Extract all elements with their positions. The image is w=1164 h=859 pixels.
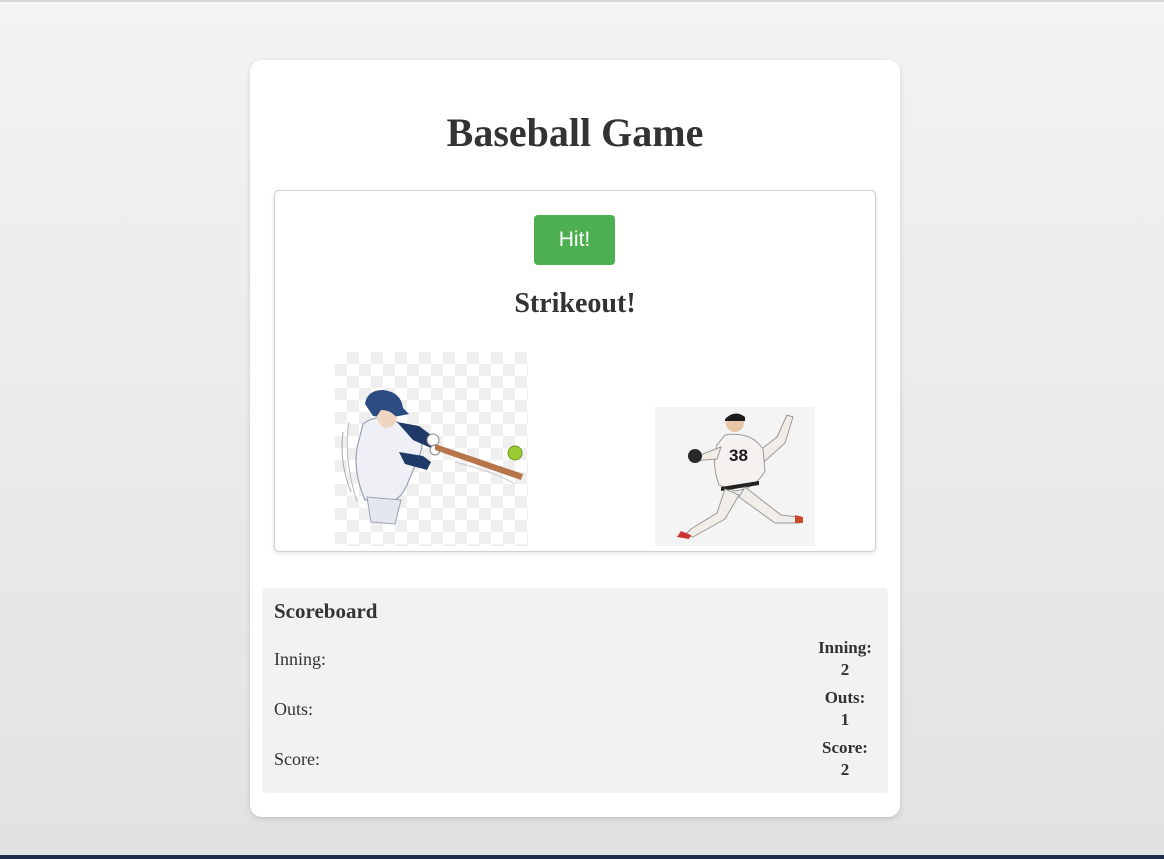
svg-text:38: 38	[729, 446, 748, 465]
outs-value-number: 1	[840, 710, 850, 729]
outs-value: Outs: 1	[807, 687, 883, 731]
inning-value-label: Inning:	[818, 638, 872, 657]
score-value-label: Score:	[822, 738, 868, 757]
scoreboard: Scoreboard Inning: Inning: 2 Outs: Outs:…	[262, 588, 888, 793]
inning-value-number: 2	[840, 660, 850, 679]
score-label: Score:	[274, 749, 320, 769]
score-value-number: 2	[840, 760, 850, 779]
scoreboard-title: Scoreboard	[274, 599, 378, 623]
hit-button[interactable]: Hit!	[534, 215, 615, 265]
result-message: Strikeout!	[514, 288, 636, 319]
game-area: Hit! Strikeout! 38	[274, 190, 876, 552]
page-title: Baseball Game	[446, 110, 704, 155]
pitcher-image: 38	[655, 407, 815, 546]
inning-label: Inning:	[274, 649, 326, 669]
outs-label: Outs:	[274, 699, 314, 719]
batter-image	[335, 352, 528, 546]
inning-value: Inning: 2	[807, 637, 883, 681]
outs-value-label: Outs:	[824, 688, 866, 707]
game-card: Baseball Game Hit! Strikeout! 38 Scorebo…	[250, 60, 900, 817]
score-value: Score: 2	[807, 737, 883, 781]
top-divider	[0, 0, 1164, 2]
bottom-taskbar-edge	[0, 855, 1164, 859]
